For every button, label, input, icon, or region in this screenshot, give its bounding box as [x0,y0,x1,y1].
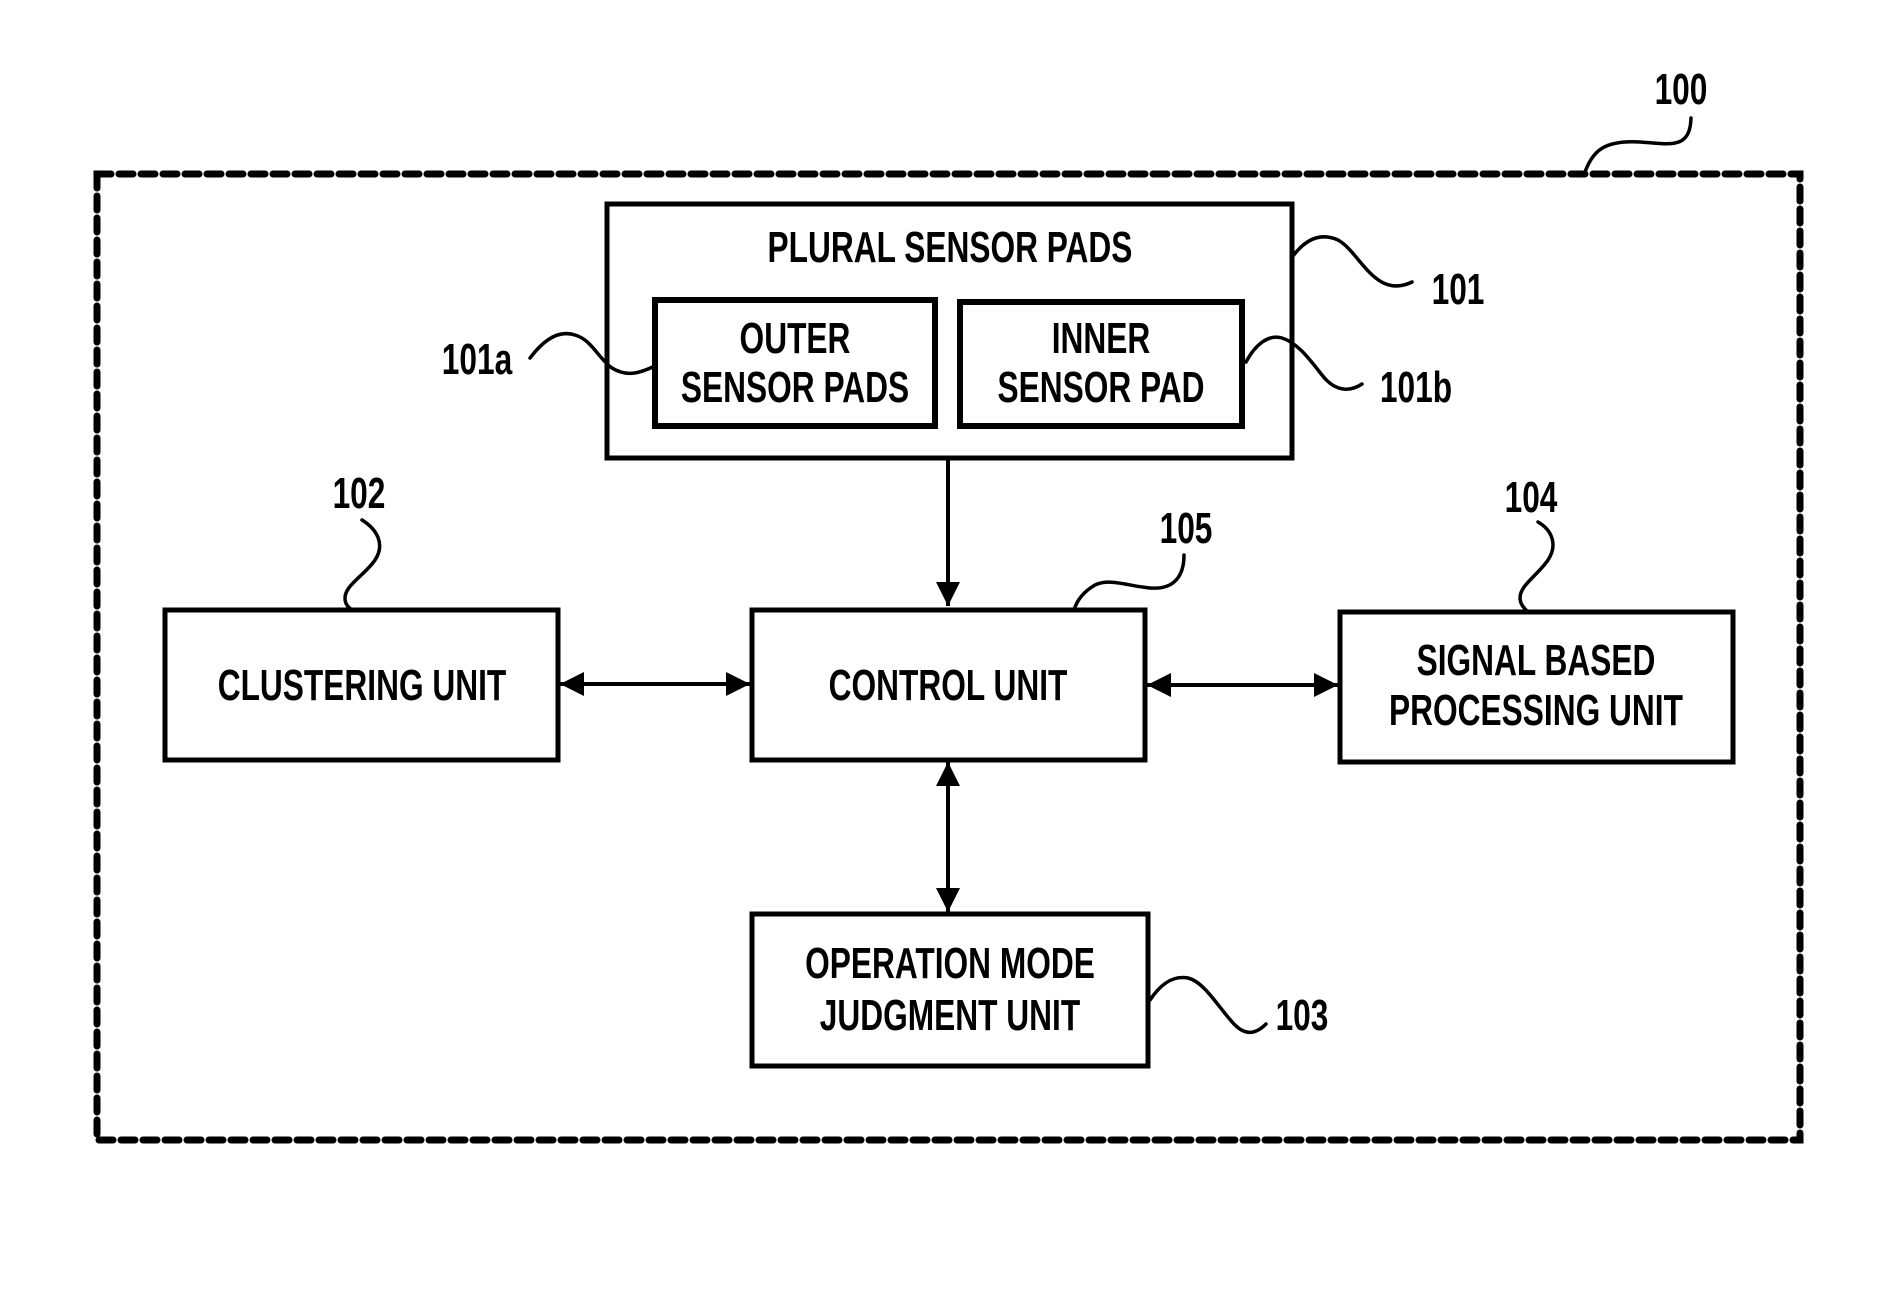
control-unit-label: CONTROL UNIT [829,661,1068,710]
block-diagram: 100 PLURAL SENSOR PADS 101 OUTER SENSOR … [93,65,1804,1144]
ref-label-101a: 101a [442,335,513,384]
signal-based-processing-line-2: PROCESSING UNIT [1389,686,1683,735]
ref-label-103: 103 [1276,991,1329,1040]
ref-label-104: 104 [1505,473,1558,522]
ref-label-101: 101 [1432,265,1485,314]
plural-sensor-pads-title: PLURAL SENSOR PADS [768,223,1133,272]
block-clustering-unit: CLUSTERING UNIT [162,607,561,763]
inner-sensor-pad-line-2: SENSOR PAD [997,363,1204,412]
block-operation-mode-judgment-unit: OPERATION MODE JUDGMENT UNIT [749,911,1151,1069]
leader-100 [1582,116,1693,177]
leader-101 [1291,235,1414,288]
outer-sensor-pads-line-2: SENSOR PADS [681,363,909,412]
operation-mode-line-1: OPERATION MODE [805,939,1095,988]
ref-label-101b: 101b [1380,363,1452,412]
outer-sensor-pads-line-1: OUTER [740,314,851,363]
inner-sensor-pad-line-1: INNER [1052,314,1151,363]
block-outer-sensor-pads: OUTER SENSOR PADS [652,297,938,429]
block-control-unit: CONTROL UNIT [749,607,1148,763]
leader-103 [1148,975,1268,1035]
ref-label-100: 100 [1655,65,1708,114]
clustering-unit-label: CLUSTERING UNIT [218,661,507,710]
ref-label-105: 105 [1160,504,1213,553]
ref-label-102: 102 [333,469,386,518]
leader-105 [1072,553,1186,612]
block-signal-based-processing-unit: SIGNAL BASED PROCESSING UNIT [1337,609,1736,765]
signal-based-processing-line-1: SIGNAL BASED [1417,636,1656,685]
leader-104 [1518,520,1555,614]
block-inner-sensor-pad: INNER SENSOR PAD [957,299,1245,429]
leader-102 [343,518,382,612]
operation-mode-line-2: JUDGMENT UNIT [820,991,1080,1040]
